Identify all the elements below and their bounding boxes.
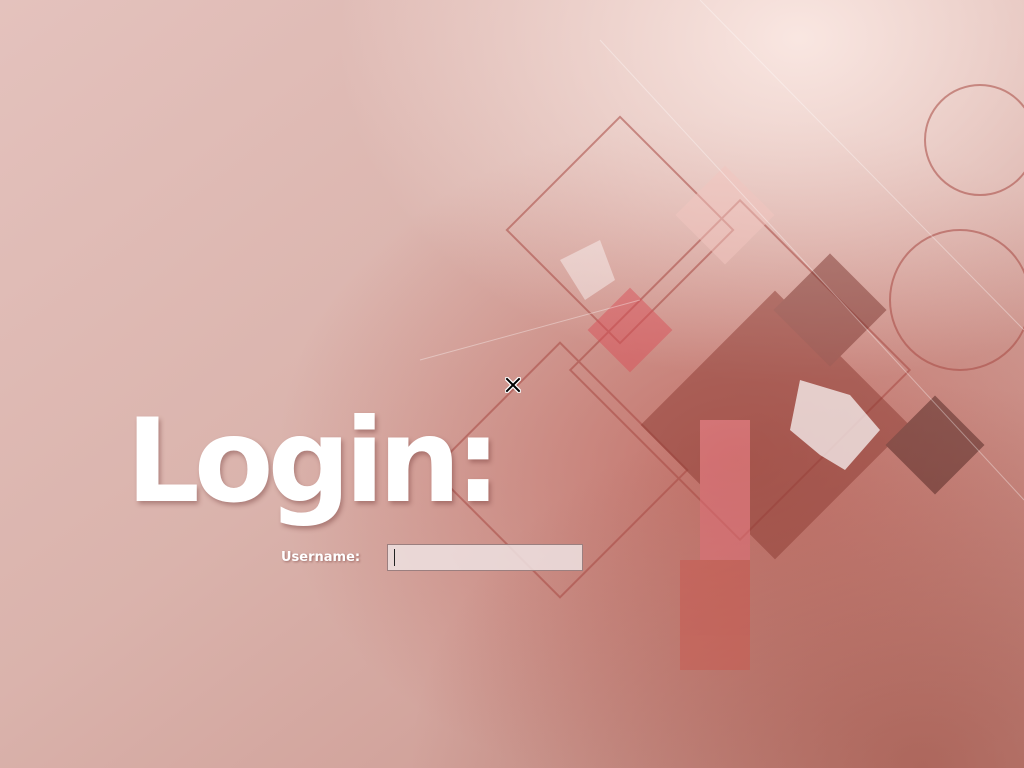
username-input[interactable] xyxy=(387,544,583,571)
text-caret xyxy=(394,549,395,566)
x-cursor-icon xyxy=(505,377,521,393)
username-label: Username: xyxy=(281,550,361,565)
login-title: Login: xyxy=(126,394,501,529)
